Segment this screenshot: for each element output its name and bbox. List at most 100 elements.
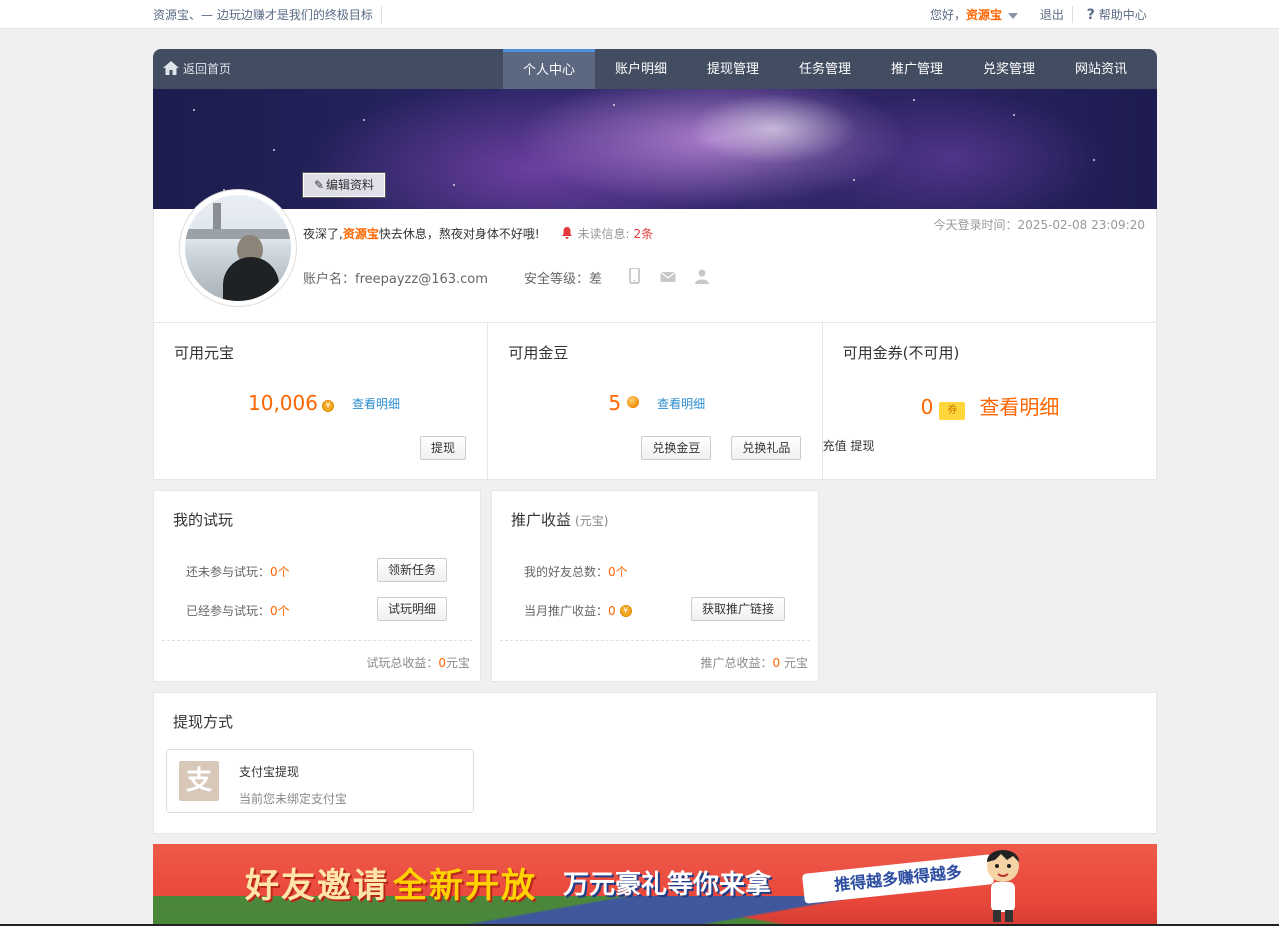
withdraw-title: 提现方式 xyxy=(173,713,234,731)
yuanbao-coin-icon: ¥ xyxy=(619,605,632,617)
month-promo-income: 当月推广收益：0 ¥ xyxy=(524,602,632,619)
pencil-icon: ✎ xyxy=(313,178,325,192)
month-income-value: 0 xyxy=(608,604,616,618)
get-promo-link-button[interactable]: 获取推广链接 xyxy=(691,597,785,621)
greeting-prefix-text: 夜深了, xyxy=(303,227,343,241)
jindou-detail-link[interactable]: 查看明细 xyxy=(657,397,705,411)
tab-account-detail[interactable]: 账户明细 xyxy=(595,49,687,89)
chevron-down-icon[interactable] xyxy=(1008,12,1019,19)
exchange-beans-button[interactable]: 兑换金豆 xyxy=(641,436,712,460)
friends-total-label: 我的好友总数： xyxy=(524,565,609,579)
greeting-line: 夜深了,资源宝快去休息，熬夜对身体不好哦! 未读信息: 2条 xyxy=(303,225,653,242)
coupon-detail-link[interactable]: 查看明细 xyxy=(979,395,1059,419)
coupon-amount: 0 券查看明细 xyxy=(920,391,1059,420)
coupon-card: 可用金券(不可用) 0 券查看明细 充值 提现 xyxy=(823,323,1156,479)
username-link[interactable]: 资源宝 xyxy=(966,6,1002,23)
tab-promotion-management[interactable]: 推广管理 xyxy=(871,49,963,89)
friends-total-value: 0个 xyxy=(608,565,628,579)
tab-task-management[interactable]: 任务管理 xyxy=(779,49,871,89)
friends-total: 我的好友总数：0个 xyxy=(524,563,628,580)
yuanbao-value: 10,006 xyxy=(248,391,318,415)
tab-prize-management[interactable]: 兑奖管理 xyxy=(963,49,1055,89)
greeting-prefix: 您好， xyxy=(930,8,967,22)
trial-title: 我的试玩 xyxy=(173,511,234,529)
alipay-icon: 支 xyxy=(179,761,219,801)
top-bar: 资源宝、— 边玩边赚才是我们的终极目标 您好，资源宝 退出 ? 帮助中心 xyxy=(0,0,1279,29)
invite-friends-banner[interactable]: 好友邀请 全新开放 万元豪礼等你来拿 推得越多赚得越多 xyxy=(153,844,1157,926)
promo-total-label: 推广总收益： xyxy=(700,656,773,670)
banner-text-gift: 万元豪礼等你来拿 xyxy=(563,870,772,900)
new-task-button[interactable]: 领新任务 xyxy=(377,558,447,582)
trial-total-unit: 元宝 xyxy=(445,656,470,670)
bell-icon xyxy=(562,227,573,239)
promo-income-title: 推广收益 xyxy=(511,511,572,529)
promo-income-title-wrap: 推广收益 (元宝) xyxy=(511,509,608,530)
balance-cards: 可用元宝 10,006 ¥ 查看明细 提现 可用金豆 5 查看明细 兑换金豆 兑换礼品… xyxy=(153,322,1157,480)
home-link-label: 返回首页 xyxy=(183,62,232,76)
coupon-value: 0 xyxy=(920,395,934,419)
gold-bean-icon xyxy=(627,396,640,408)
yuanbao-withdraw-button[interactable]: 提现 xyxy=(420,436,466,460)
yuanbao-title: 可用元宝 xyxy=(174,344,235,362)
banner-text-new: 全新开放 xyxy=(393,866,537,906)
jindou-value: 5 xyxy=(608,391,622,415)
yuanbao-amount: 10,006 ¥ 查看明细 xyxy=(248,391,400,415)
promo-total-unit: 元宝 xyxy=(780,656,808,670)
logout-link[interactable]: 退出 xyxy=(1040,6,1073,23)
edit-profile-button[interactable]: ✎ 编辑资料 xyxy=(303,173,385,197)
divider xyxy=(162,640,472,641)
my-trial-panel: 我的试玩 还未参与试玩：0个 领新任务 已经参与试玩：0个 试玩明细 试玩总收益… xyxy=(153,490,481,682)
trial-joined: 已经参与试玩：0个 xyxy=(186,602,290,619)
tab-site-news[interactable]: 网站资讯 xyxy=(1055,49,1147,89)
alipay-title: 支付宝提现 xyxy=(239,765,300,779)
security-level: 安全等级：差 xyxy=(524,268,602,287)
greeting-suffix-text: 快去休息，熬夜对身体不好哦! xyxy=(378,227,540,241)
user-verify-icon[interactable] xyxy=(694,268,710,284)
tab-personal-center[interactable]: 个人中心 xyxy=(503,49,595,89)
exchange-gifts-button[interactable]: 兑换礼品 xyxy=(731,436,802,460)
login-time: 今天登录时间：2025-02-08 23:09:20 xyxy=(933,218,1145,232)
recharge-link[interactable]: 充值 xyxy=(823,439,847,453)
trial-not-joined: 还未参与试玩：0个 xyxy=(186,563,290,580)
home-icon xyxy=(163,61,179,75)
edit-profile-label: 编辑资料 xyxy=(326,178,375,192)
withdraw-methods-panel: 提现方式 支 支付宝提现 当前您未绑定支付宝 xyxy=(153,692,1157,834)
mail-icon[interactable] xyxy=(660,268,676,284)
unread-count-link[interactable]: 2条 xyxy=(634,227,654,241)
jindou-card: 可用金豆 5 查看明细 兑换金豆 兑换礼品 xyxy=(488,323,823,479)
yuanbao-detail-link[interactable]: 查看明细 xyxy=(352,397,400,411)
site-slogan: 资源宝、— 边玩边赚才是我们的终极目标 xyxy=(153,6,382,23)
help-center-link[interactable]: 帮助中心 xyxy=(1099,6,1147,23)
tab-withdraw-management[interactable]: 提现管理 xyxy=(687,49,779,89)
security-value: 差 xyxy=(589,272,603,287)
yuanbao-card: 可用元宝 10,006 ¥ 查看明细 提现 xyxy=(154,323,489,479)
coupon-title: 可用金券(不可用) xyxy=(842,344,960,362)
trial-not-joined-label: 还未参与试玩： xyxy=(186,565,271,579)
home-link[interactable]: 返回首页 xyxy=(163,60,231,77)
month-income-label: 当月推广收益： xyxy=(524,604,609,618)
main-nav: 返回首页 个人中心 账户明细 提现管理 任务管理 推广管理 兑奖管理 网站资讯 xyxy=(153,49,1157,89)
greeting-brand: 资源宝 xyxy=(342,227,379,241)
coupon-icon: 券 xyxy=(939,402,966,420)
top-bar-user-area: 您好，资源宝 退出 ? 帮助中心 xyxy=(930,6,1147,23)
security-label: 安全等级： xyxy=(524,272,590,287)
alipay-withdraw-card[interactable]: 支 支付宝提现 当前您未绑定支付宝 xyxy=(166,749,474,813)
help-icon[interactable]: ? xyxy=(1087,7,1099,23)
trial-not-joined-value: 0个 xyxy=(270,565,290,579)
alipay-status: 当前您未绑定支付宝 xyxy=(239,792,348,806)
trial-joined-value: 0个 xyxy=(270,604,290,618)
phone-icon[interactable] xyxy=(627,268,641,284)
coupon-withdraw-link[interactable]: 提现 xyxy=(851,439,875,453)
trial-joined-label: 已经参与试玩： xyxy=(186,604,271,618)
divider xyxy=(500,640,810,641)
avatar[interactable] xyxy=(179,189,297,307)
nav-tabs: 个人中心 账户明细 提现管理 任务管理 推广管理 兑奖管理 网站资讯 xyxy=(503,49,1147,89)
account-label: 账户名： xyxy=(303,272,356,287)
account-value: freepayzz@163.com xyxy=(355,272,488,287)
trial-total: 试玩总收益：0元宝 xyxy=(366,654,470,671)
cartoon-boy-icon xyxy=(987,850,1019,922)
promo-total: 推广总收益：0 元宝 xyxy=(701,654,808,671)
jindou-title: 可用金豆 xyxy=(508,344,569,362)
trial-detail-button[interactable]: 试玩明细 xyxy=(377,597,447,621)
promo-income-panel: 推广收益 (元宝) 我的好友总数：0个 当月推广收益：0 ¥ 获取推广链接 推广总收… xyxy=(491,490,819,682)
